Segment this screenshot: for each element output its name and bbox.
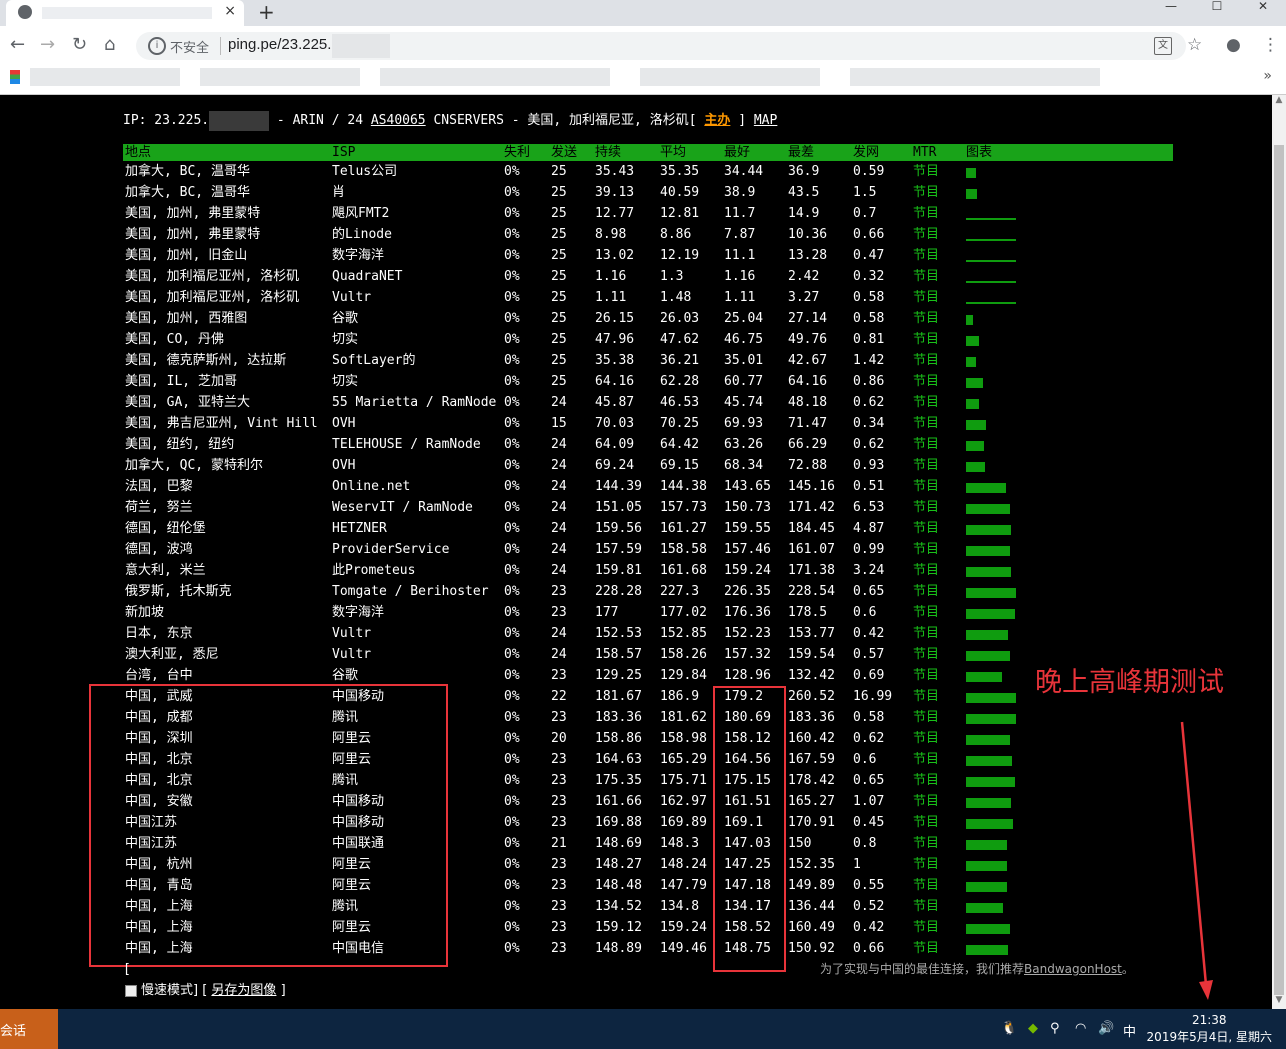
wifi-icon[interactable]: ◠ [1075, 1021, 1086, 1036]
clock-date: 2019年5月4日, 星期六 [1146, 1030, 1272, 1044]
tray-app-icon[interactable]: ⚲ [1050, 1021, 1060, 1036]
save-image-link[interactable]: 另存为图像 [211, 983, 276, 998]
taskbar-app[interactable]: 会话 [0, 1009, 58, 1049]
volume-icon[interactable]: 🔊 [1098, 1021, 1114, 1036]
slow-mode-checkbox[interactable] [125, 984, 137, 997]
recommend-line: 为了实现与中国的最佳连接，我们推荐BandwagonHost。 [820, 960, 1134, 977]
footer-bracket: [ [123, 962, 131, 977]
qq-icon[interactable]: 🐧 [1001, 1021, 1017, 1036]
taskbar-app-label: 会话 [0, 1024, 27, 1039]
recommend-end: 。 [1121, 962, 1134, 976]
recommend-text: 为了实现与中国的最佳连接，我们推荐 [820, 962, 1025, 976]
windows-taskbar: 会话 🐧 ◆ ⚲ ◠ 🔊 中 21:38 2019年5月4日, 星期六 [0, 1009, 1286, 1049]
clock-time: 21:38 [1191, 1013, 1227, 1027]
annotation-arrow [1180, 721, 1213, 1000]
bandwagonhost-link[interactable]: BandwagonHost [1024, 962, 1122, 976]
footer-close: ] [276, 983, 286, 998]
slow-mode-label: 慢速模式] [ [141, 983, 212, 998]
clock[interactable]: 21:38 2019年5月4日, 星期六 [1147, 1012, 1272, 1046]
nvidia-icon[interactable]: ◆ [1028, 1021, 1038, 1036]
footer-controls: 慢速模式] [ 另存为图像 ] [125, 979, 286, 998]
ime-indicator[interactable]: 中 [1123, 1021, 1136, 1040]
